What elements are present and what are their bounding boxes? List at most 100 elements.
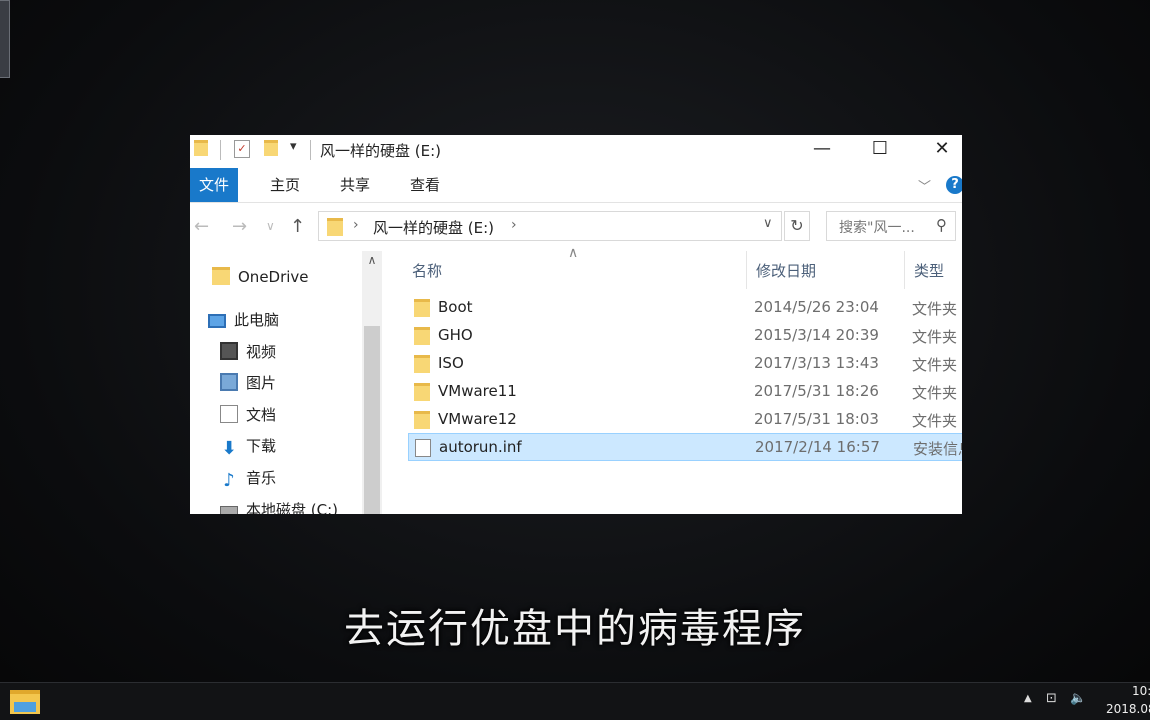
video-icon <box>220 342 238 360</box>
folder-icon <box>414 383 430 401</box>
folder-icon <box>414 411 430 429</box>
tab-file[interactable]: 文件 <box>190 168 238 202</box>
maximize-button[interactable]: ☐ <box>850 135 910 165</box>
column-header-type[interactable]: 类型 <box>914 260 944 281</box>
refresh-button[interactable]: ↻ <box>784 211 810 241</box>
properties-icon[interactable]: ✓ <box>234 140 250 158</box>
clock-date[interactable]: 2018.08 <box>1106 702 1150 716</box>
sort-ascending-icon: ∧ <box>568 245 579 261</box>
column-header-name[interactable]: 名称 <box>412 260 442 281</box>
file-list: ∧ 名称 修改日期 类型 Boot 2014/5/26 23:04 文件夹 GH… <box>382 245 962 514</box>
file-name: Boot <box>438 298 473 316</box>
nav-item-pictures[interactable]: 图片 <box>220 372 276 393</box>
clock-time[interactable]: 10: <box>1132 684 1150 698</box>
nav-item-onedrive[interactable]: OneDrive <box>212 267 309 286</box>
tab-share[interactable]: 共享 <box>328 168 382 202</box>
nav-item-music[interactable]: ♪ 音乐 <box>220 467 276 490</box>
nav-item-local-disk-c[interactable]: 本地磁盘 (C:) <box>220 499 338 514</box>
search-icon: ⚲ <box>936 216 947 234</box>
file-date: 2017/5/31 18:26 <box>754 382 879 400</box>
expand-ribbon-icon[interactable]: ﹀ <box>918 176 931 195</box>
file-row-selected[interactable]: autorun.inf 2017/2/14 16:57 安装信息 <box>408 433 962 461</box>
folder-icon <box>414 299 430 317</box>
column-header-date[interactable]: 修改日期 <box>756 260 816 281</box>
file-type: 文件夹 <box>912 384 958 402</box>
window-title: 风一样的硬盘 (E:) <box>320 142 442 160</box>
column-divider[interactable] <box>746 251 747 289</box>
file-row[interactable]: Boot 2014/5/26 23:04 文件夹 <box>408 294 962 322</box>
file-date: 2017/5/31 18:03 <box>754 410 879 428</box>
file-row[interactable]: ISO 2017/3/13 13:43 文件夹 <box>408 350 962 378</box>
file-row[interactable]: VMware12 2017/5/31 18:03 文件夹 <box>408 406 962 434</box>
scroll-up-icon[interactable]: ∧ <box>362 253 382 267</box>
nav-item-label: 音乐 <box>246 469 277 487</box>
file-date: 2017/3/13 13:43 <box>754 354 879 372</box>
up-icon[interactable]: ↑ <box>290 216 305 237</box>
music-icon: ♪ <box>223 470 235 491</box>
nav-pane-scrollbar[interactable]: ∧ <box>362 251 382 514</box>
forward-icon[interactable]: → <box>232 216 247 237</box>
tab-home[interactable]: 主页 <box>258 168 312 202</box>
address-row: ← → ∨ ↑ › 风一样的硬盘 (E:) › ∨ ↻ 搜索"风一... ⚲ <box>190 203 962 251</box>
file-explorer-taskbar-icon[interactable] <box>8 686 42 718</box>
taskbar: ▲ ⊡ 🔈 10: 2018.08 <box>0 682 1150 720</box>
download-icon: ⬇ <box>221 438 237 459</box>
back-icon[interactable]: ← <box>194 216 209 237</box>
file-name: ISO <box>438 354 464 372</box>
file-date: 2017/2/14 16:57 <box>755 438 880 456</box>
file-type: 安装信息 <box>913 440 962 458</box>
show-hidden-icons-icon[interactable]: ▲ <box>1024 693 1032 704</box>
nav-item-videos[interactable]: 视频 <box>220 341 276 362</box>
nav-item-label: 文档 <box>246 406 277 424</box>
disk-icon <box>220 506 238 514</box>
file-type: 文件夹 <box>912 328 958 346</box>
title-bar: ✓ ▾ 风一样的硬盘 (E:) — ☐ ✕ <box>190 135 962 167</box>
desktop-edge-mark <box>0 398 4 406</box>
new-folder-icon[interactable] <box>264 140 278 156</box>
nav-item-downloads[interactable]: ⬇ 下载 <box>220 435 276 458</box>
help-icon[interactable]: ? <box>946 176 962 194</box>
nav-item-documents[interactable]: 文档 <box>220 404 276 425</box>
folder-icon <box>194 140 208 156</box>
document-icon <box>220 405 238 423</box>
file-row[interactable]: GHO 2015/3/14 20:39 文件夹 <box>408 322 962 350</box>
file-name: VMware12 <box>438 410 517 428</box>
nav-item-this-pc[interactable]: 此电脑 <box>208 309 279 330</box>
search-input[interactable]: 搜索"风一... ⚲ <box>826 211 956 241</box>
file-name: autorun.inf <box>439 438 522 456</box>
toolbar-separator <box>310 140 311 160</box>
tab-view[interactable]: 查看 <box>398 168 452 202</box>
address-bar[interactable]: › 风一样的硬盘 (E:) › ∨ <box>318 211 782 241</box>
file-name: GHO <box>438 326 473 344</box>
file-type: 文件夹 <box>912 412 958 430</box>
nav-item-label: 视频 <box>246 343 277 361</box>
file-icon <box>415 439 431 457</box>
nav-item-label: 本地磁盘 (C:) <box>246 501 338 514</box>
address-path[interactable]: 风一样的硬盘 (E:) <box>373 217 494 238</box>
scrollbar-thumb[interactable] <box>364 326 380 514</box>
picture-icon <box>220 373 238 391</box>
chevron-right-icon[interactable]: › <box>353 217 359 233</box>
folder-icon <box>414 355 430 373</box>
network-icon[interactable]: ⊡ <box>1046 691 1057 706</box>
volume-icon[interactable]: 🔈 <box>1070 691 1086 706</box>
file-type: 文件夹 <box>912 300 958 318</box>
chevron-down-icon[interactable]: ∨ <box>763 216 773 231</box>
file-row[interactable]: VMware11 2017/5/31 18:26 文件夹 <box>408 378 962 406</box>
recent-locations-icon[interactable]: ∨ <box>266 219 275 233</box>
file-name: VMware11 <box>438 382 517 400</box>
folder-band <box>14 702 36 712</box>
file-type: 文件夹 <box>912 356 958 374</box>
minimize-button[interactable]: — <box>792 135 852 165</box>
nav-item-label: 下载 <box>246 437 277 455</box>
toolbar-separator <box>220 140 221 160</box>
chevron-right-icon[interactable]: › <box>511 217 517 233</box>
close-button[interactable]: ✕ <box>912 135 962 165</box>
customize-quick-access-icon[interactable]: ▾ <box>290 139 297 154</box>
nav-item-label: OneDrive <box>238 268 309 286</box>
desktop-tile <box>0 0 10 78</box>
folder-icon <box>414 327 430 345</box>
nav-item-label: 图片 <box>246 374 277 392</box>
nav-item-label: 此电脑 <box>234 311 280 329</box>
column-divider[interactable] <box>904 251 905 289</box>
